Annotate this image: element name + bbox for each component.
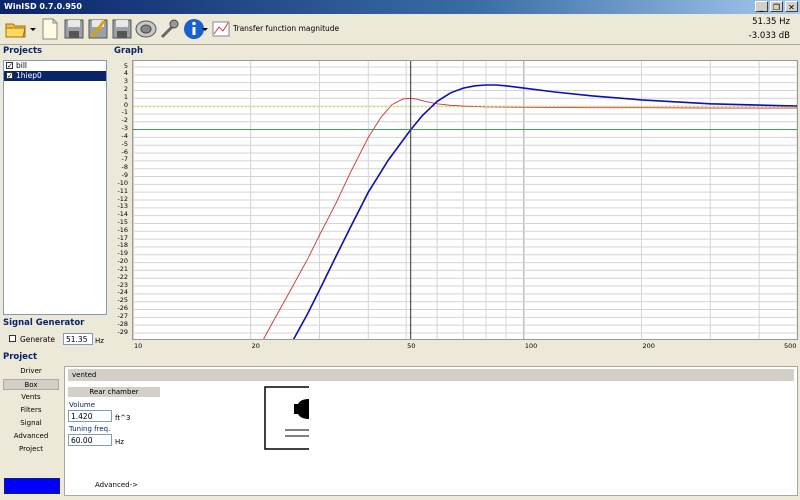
series-line-1 (287, 84, 798, 349)
project-list: ✓ bill ✓ 1hiep0 (3, 60, 107, 315)
frequency-readout: 51.35 Hz (752, 17, 790, 27)
y-tick-label: 2 (123, 84, 128, 93)
tuning-frequency-input[interactable] (68, 434, 112, 446)
y-tick-label: -9 (121, 171, 128, 180)
volume-label: Volume (69, 401, 96, 409)
restore-button[interactable]: ❐ (770, 1, 783, 12)
chart-icon[interactable] (212, 17, 230, 41)
y-tick-label: -4 (121, 131, 128, 140)
generate-label: Generate (20, 335, 56, 344)
y-tick-label: -16 (117, 225, 128, 234)
y-tick-label: -15 (117, 217, 128, 226)
signal-frequency-unit: Hz (95, 337, 104, 345)
nav-filters[interactable]: Filters (3, 405, 59, 416)
db-readout: -3.033 dB (748, 31, 790, 41)
y-tick-label: -26 (117, 304, 128, 313)
y-tick-label: -21 (117, 264, 128, 273)
x-tick-label: 50 (407, 342, 416, 350)
x-tick-label: 20 (251, 342, 260, 350)
graph-area[interactable] (132, 60, 798, 365)
x-tick-label: 100 (524, 342, 538, 350)
projects-heading: Projects (3, 46, 43, 56)
box-diagram-icon (264, 386, 309, 450)
project-checkbox-1hiep0[interactable]: ✓ (6, 72, 13, 80)
nav-advanced[interactable]: Advanced (3, 431, 59, 442)
volume-unit: ft^3 (115, 414, 131, 422)
advanced-link[interactable]: Advanced-> (95, 481, 138, 489)
minimize-button[interactable]: _ (755, 1, 768, 12)
nav-vents[interactable]: Vents (3, 392, 59, 403)
toolbar: Transfer function magnitude 51.35 Hz -3.… (0, 14, 800, 45)
window-title: WinISD 0.7.0.950 (4, 2, 82, 11)
y-tick-label: 1 (123, 92, 128, 101)
new-document-icon[interactable] (38, 17, 62, 41)
save-as-icon[interactable] (110, 17, 134, 41)
project-label: 1hiep0 (16, 71, 42, 80)
rear-chamber-tab[interactable]: Rear chamber (68, 387, 160, 397)
window-controls: _ ❐ ✕ (755, 1, 798, 12)
signal-frequency-input[interactable] (63, 333, 93, 345)
y-tick-label: -11 (117, 186, 128, 195)
graph-heading: Graph (114, 46, 144, 56)
generate-checkbox[interactable] (9, 335, 16, 342)
save-icon[interactable] (62, 17, 86, 41)
y-tick-label: -27 (117, 311, 128, 320)
y-tick-label: -10 (117, 178, 128, 187)
graph-type-selector[interactable]: Transfer function magnitude (233, 24, 339, 33)
x-tick-label: 200 (642, 342, 655, 350)
dropdown-arrow-icon[interactable] (201, 17, 209, 41)
tuning-frequency-unit: Hz (115, 438, 124, 446)
project-checkbox-bill[interactable]: ✓ (6, 62, 13, 70)
x-tick-label: 10 (134, 342, 143, 350)
project-item-bill[interactable]: ✓ bill (4, 61, 106, 71)
tools-icon[interactable] (158, 17, 182, 41)
box-type-header[interactable]: vented (68, 369, 794, 381)
project-label: bill (16, 61, 28, 70)
signal-generator-heading: Signal Generator (3, 318, 85, 328)
y-tick-label: -5 (121, 139, 128, 148)
volume-input[interactable] (68, 410, 112, 422)
nav-project[interactable]: Project (3, 444, 59, 455)
nav-signal[interactable]: Signal (3, 418, 59, 429)
project-item-1hiep0[interactable]: ✓ 1hiep0 (4, 71, 106, 81)
tuning-frequency-label: Tuning freq. (69, 425, 111, 433)
y-tick-label: -28 (117, 319, 128, 328)
close-button[interactable]: ✕ (785, 1, 798, 12)
y-tick-label: -29 (117, 327, 128, 336)
save-all-icon[interactable] (86, 17, 110, 41)
transfer-function-chart[interactable] (132, 61, 798, 365)
dropdown-arrow-icon[interactable] (29, 17, 37, 41)
speaker-driver-icon[interactable] (134, 17, 158, 41)
y-tick-label: -22 (117, 272, 128, 281)
open-folder-icon[interactable] (4, 17, 28, 41)
project-heading: Project (3, 352, 38, 362)
box-panel: vented Rear chamber Volume ft^3 Tuning f… (64, 366, 798, 496)
nav-box[interactable]: Box (3, 379, 59, 390)
accent-button[interactable] (4, 478, 60, 494)
nav-driver[interactable]: Driver (3, 366, 59, 377)
x-tick-label: 500 (784, 342, 797, 350)
title-bar: WinISD 0.7.0.950 _ ❐ ✕ (0, 0, 800, 14)
